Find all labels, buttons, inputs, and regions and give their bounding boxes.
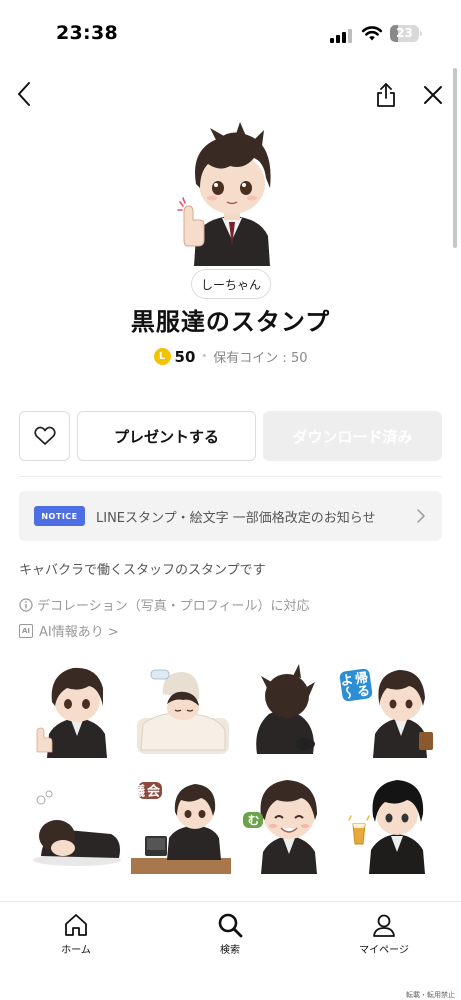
pack-description: キャバクラで働くスタッフのスタンプです (19, 563, 266, 578)
download-button[interactable]: ダウンロード済み (263, 411, 442, 461)
pack-title: 黒服達のスタンプ (130, 308, 331, 336)
sticker-collapsed[interactable] (27, 774, 127, 874)
back-button[interactable] (10, 78, 38, 110)
watermark: 転載・転用禁止 (406, 991, 455, 999)
main-sticker-image (177, 122, 271, 266)
sticker-toasting-drink[interactable] (339, 774, 439, 874)
sticker-caption-going-home: 帰るよ〜 (336, 668, 373, 702)
battery-icon: 23 (390, 25, 422, 42)
decoration-note: デコレーション（写真・プロフィール）に対応 (19, 595, 309, 614)
share-button[interactable] (372, 80, 400, 110)
nav-search[interactable]: 検索 (185, 912, 275, 962)
heart-icon (33, 426, 56, 445)
owned-coins: 保有コイン : 50 (213, 351, 308, 366)
divider (19, 476, 442, 477)
notice-badge: NOTICE (34, 506, 85, 526)
decoration-text: デコレーション（写真・プロフィール）に対応 (37, 599, 310, 614)
ai-info-link[interactable]: AI AI情報あり > (19, 621, 119, 640)
gift-button[interactable]: プレゼントする (77, 411, 256, 461)
scroll-indicator[interactable] (453, 68, 457, 248)
chevron-left-icon (18, 82, 30, 106)
price-value: 50 (174, 347, 196, 366)
person-icon (373, 914, 395, 937)
status-time: 23:38 (56, 22, 118, 44)
share-icon (377, 83, 395, 107)
nav-my-page[interactable]: マイページ (339, 912, 429, 962)
nav-search-label: 検索 (220, 945, 240, 956)
ai-icon: AI (19, 623, 33, 638)
wifi-icon (361, 26, 383, 41)
bottom-nav: ホーム 検索 マイページ (0, 901, 461, 1000)
favorite-button[interactable] (19, 411, 70, 461)
sticker-caption-in-meeting: 会議中 (114, 782, 162, 799)
nav-home[interactable]: ホーム (31, 912, 121, 962)
search-icon (218, 913, 243, 938)
ai-info-text: AI情報あり > (39, 625, 119, 640)
nav-home-label: ホーム (61, 945, 91, 956)
notice-banner[interactable]: NOTICE LINEスタンプ・絵文字 一部価格改定のお知らせ (19, 491, 442, 541)
author-chip[interactable]: しーちゃん (191, 269, 271, 299)
close-button[interactable] (419, 81, 447, 109)
battery-level: 23 (396, 26, 413, 40)
coin-icon: L (153, 348, 171, 365)
sticker-sleeping-in-bed[interactable] (131, 658, 231, 758)
notice-text: LINEスタンプ・絵文字 一部価格改定のお知らせ (96, 510, 376, 526)
price-row: L 50 • 保有コイン : 50 (0, 347, 461, 366)
sticker-caption-cant-do-it: むりっ (216, 812, 263, 828)
home-icon (65, 914, 87, 936)
chevron-right-icon (417, 509, 425, 523)
info-icon (19, 597, 33, 612)
sticker-sitting-back-view[interactable] (235, 658, 335, 758)
sticker-thumbs-up[interactable] (27, 658, 127, 758)
nav-my-page-label: マイページ (359, 945, 409, 956)
cellular-signal-icon (330, 27, 354, 43)
status-bar: 23:38 23 (0, 0, 461, 62)
separator-dot: • (201, 351, 208, 362)
close-icon (424, 86, 442, 104)
